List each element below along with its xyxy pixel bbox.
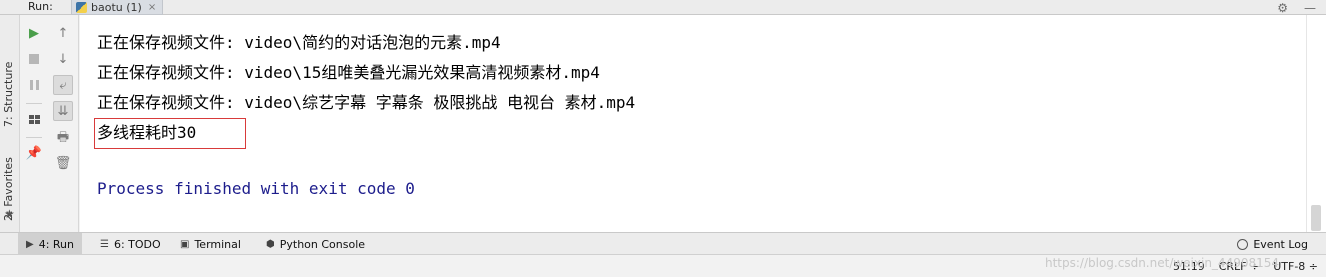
- terminal-icon: ▣: [180, 238, 190, 250]
- rerun-icon[interactable]: ▶: [24, 23, 44, 43]
- tab-python-console[interactable]: ⬢ Python Console: [258, 233, 373, 255]
- vertical-scrollbar[interactable]: [1306, 15, 1326, 232]
- scroll-to-end-icon[interactable]: ⇊: [53, 101, 73, 121]
- arrow-up-icon[interactable]: ↑: [53, 23, 73, 43]
- pin-icon[interactable]: 📌: [24, 143, 44, 163]
- tab-terminal[interactable]: ▣ Terminal: [172, 233, 249, 255]
- run-label: Run:: [28, 0, 53, 13]
- encoding-selector[interactable]: UTF-8 ÷: [1273, 260, 1318, 273]
- console-line-timing: 多线程耗时30: [97, 123, 197, 142]
- list-icon: ☰: [100, 238, 109, 250]
- watermark: https://blog.csdn.net/weixin_44908154: [1045, 256, 1280, 270]
- event-log-button[interactable]: Event Log: [1237, 233, 1308, 255]
- console-line: 正在保存视频文件: video\15组唯美叠光漏光效果高清视频素材.mp4: [97, 63, 600, 82]
- run-toolbar: Run: baotu (1) × ⚙ —: [0, 0, 1326, 15]
- tab-todo-label: 6: TODO: [113, 237, 161, 251]
- console-line: 正在保存视频文件: video\简约的对话泡泡的元素.mp4: [97, 33, 501, 52]
- left-tool-stripe: 7: Structure 2: Favorites ★: [0, 15, 20, 232]
- tab-python-console-label: Python Console: [279, 237, 366, 251]
- event-log-label: Event Log: [1253, 237, 1308, 251]
- run-config-tab-label: baotu (1): [91, 0, 142, 14]
- tab-todo[interactable]: ☰ 6: TODO: [92, 233, 169, 255]
- tab-run[interactable]: ▶ 4: Run: [18, 233, 82, 255]
- close-icon[interactable]: ×: [148, 2, 156, 13]
- scrollbar-thumb[interactable]: [1311, 205, 1321, 231]
- tab-run-label: 4: Run: [38, 237, 74, 251]
- search-icon: [1237, 238, 1249, 250]
- layout-icon[interactable]: [24, 109, 44, 129]
- soft-wrap-icon[interactable]: ⤶: [53, 75, 73, 95]
- python-icon: ⬢: [266, 238, 275, 250]
- arrow-down-icon[interactable]: ↓: [53, 49, 73, 69]
- star-icon: ★: [4, 207, 15, 221]
- tool-window-bar: ▶ 4: Run ☰ 6: TODO ▣ Terminal ⬢ Python C…: [0, 232, 1326, 255]
- console-output[interactable]: 正在保存视频文件: video\简约的对话泡泡的元素.mp4 正在保存视频文件:…: [80, 15, 1306, 232]
- minimize-icon[interactable]: —: [1304, 1, 1316, 15]
- python-file-icon: [76, 1, 87, 13]
- exit-message: Process finished with exit code 0: [97, 179, 415, 198]
- tab-terminal-label: Terminal: [194, 237, 241, 251]
- stop-icon[interactable]: [24, 49, 44, 69]
- structure-tool-button[interactable]: 7: Structure: [2, 45, 15, 127]
- console-actions-toolbar: ↑ ↓ ⤶ ⇊ 🖶 🗑: [48, 15, 79, 232]
- pause-icon[interactable]: [24, 75, 44, 95]
- console-line: 正在保存视频文件: video\综艺字幕 字幕条 极限挑战 电视台 素材.mp4: [97, 93, 636, 112]
- print-icon[interactable]: 🖶: [53, 127, 73, 147]
- run-config-tab[interactable]: baotu (1) ×: [71, 0, 164, 15]
- trash-icon[interactable]: 🗑: [53, 153, 73, 173]
- gear-icon[interactable]: ⚙: [1277, 1, 1288, 15]
- run-actions-toolbar: ▶ 📌: [20, 15, 48, 232]
- play-icon: ▶: [26, 238, 34, 250]
